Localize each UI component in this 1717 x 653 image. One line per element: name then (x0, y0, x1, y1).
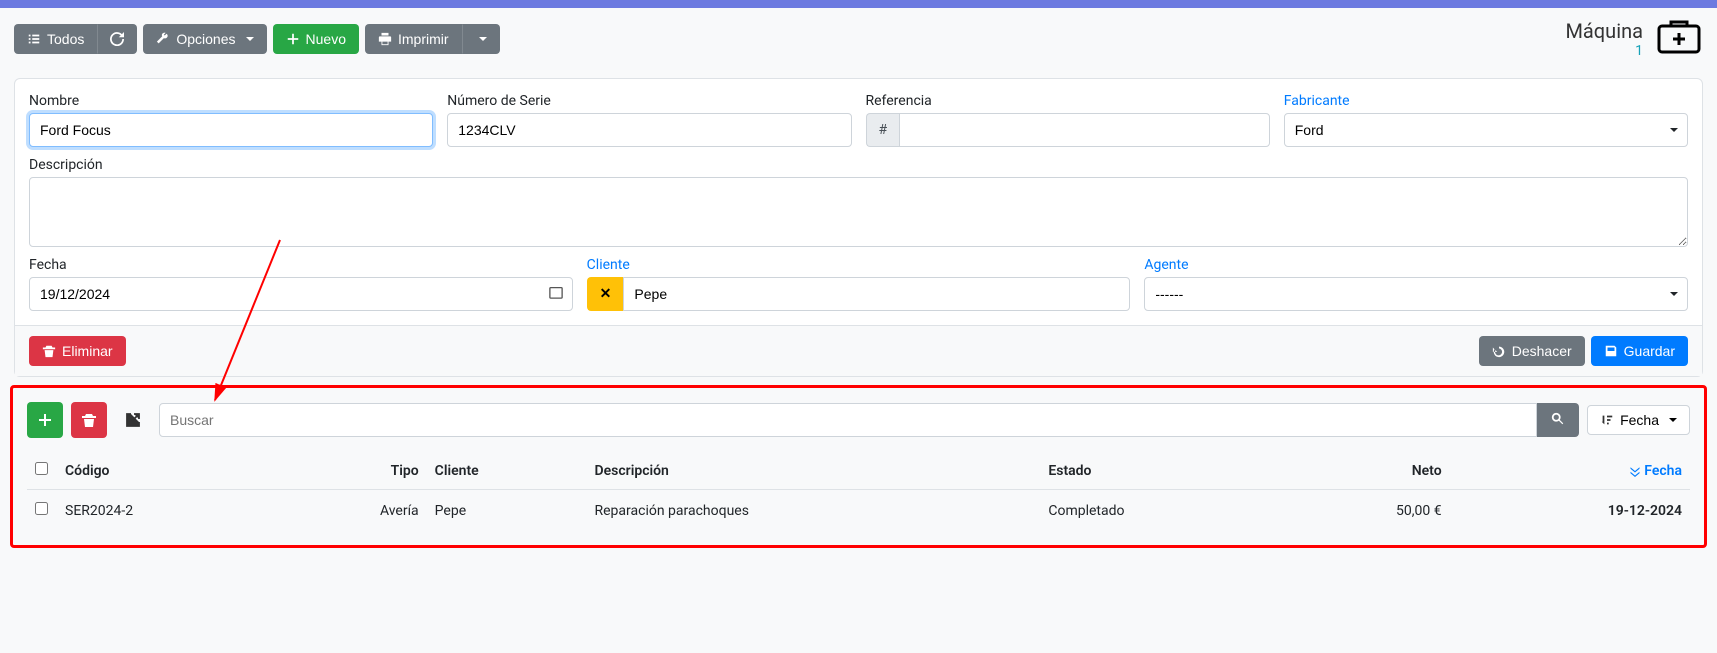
todos-button[interactable]: Todos (14, 24, 97, 54)
undo-icon (1492, 344, 1506, 358)
imprimir-label: Imprimir (398, 31, 449, 47)
open-external-button[interactable] (115, 402, 151, 438)
row-checkbox[interactable] (35, 502, 48, 515)
save-icon (1604, 344, 1618, 358)
eliminar-label: Eliminar (62, 343, 113, 359)
fecha-label: Fecha (29, 257, 573, 273)
plus-icon (286, 32, 300, 46)
list-icon (27, 32, 41, 46)
chevron-down-icon (1669, 418, 1677, 422)
page-id: 1 (1565, 43, 1643, 59)
col-estado[interactable]: Estado (1040, 452, 1285, 490)
col-codigo[interactable]: Código (57, 452, 281, 490)
records-table: Código Tipo Cliente Descripción Estado N… (27, 452, 1690, 531)
fabricante-label[interactable]: Fabricante (1284, 93, 1688, 109)
imprimir-dropdown[interactable] (462, 24, 500, 54)
chevron-down-icon (479, 37, 487, 41)
cliente-input[interactable] (623, 277, 1130, 311)
opciones-label: Opciones (176, 31, 235, 47)
clear-cliente-button[interactable]: ✕ (587, 277, 624, 311)
cell-descripcion: Reparación parachoques (587, 490, 1041, 532)
col-neto[interactable]: Neto (1286, 452, 1450, 490)
col-cliente[interactable]: Cliente (427, 452, 587, 490)
list-section: Fecha Código Tipo Cliente Descripción Es… (10, 385, 1707, 548)
cliente-label[interactable]: Cliente (587, 257, 1131, 273)
trash-icon (81, 412, 97, 428)
guardar-button[interactable]: Guardar (1591, 336, 1688, 366)
search-icon (1551, 412, 1565, 426)
referencia-input[interactable] (899, 113, 1270, 147)
deshacer-label: Deshacer (1512, 343, 1572, 359)
delete-row-button[interactable] (71, 402, 107, 438)
select-all-checkbox[interactable] (35, 462, 48, 475)
todos-label: Todos (47, 31, 84, 47)
fecha-input[interactable] (29, 277, 573, 311)
cell-tipo: Avería (281, 490, 427, 532)
refresh-button[interactable] (97, 24, 137, 54)
add-row-button[interactable] (27, 402, 63, 438)
serie-input[interactable] (447, 113, 851, 147)
table-row[interactable]: SER2024-2 Avería Pepe Reparación paracho… (27, 490, 1690, 532)
sort-icon (1600, 413, 1614, 427)
trash-icon (42, 344, 56, 358)
nuevo-label: Nuevo (306, 31, 346, 47)
search-button[interactable] (1537, 403, 1579, 437)
agente-select[interactable] (1144, 277, 1688, 311)
refresh-icon (110, 32, 124, 46)
chevron-double-down-icon (1629, 465, 1641, 477)
chevron-down-icon (246, 37, 254, 41)
fabricante-select[interactable] (1284, 113, 1688, 147)
external-link-icon (125, 412, 141, 428)
wrench-icon (156, 32, 170, 46)
form-card: Nombre Número de Serie Referencia # Fabr… (14, 78, 1703, 377)
cell-fecha: 19-12-2024 (1450, 490, 1690, 532)
eliminar-button[interactable]: Eliminar (29, 336, 126, 366)
referencia-label: Referencia (866, 93, 1270, 109)
nuevo-button[interactable]: Nuevo (273, 24, 359, 54)
page-title: Máquina (1565, 19, 1643, 43)
deshacer-button[interactable]: Deshacer (1479, 336, 1585, 366)
agente-label[interactable]: Agente (1144, 257, 1688, 273)
opciones-button[interactable]: Opciones (143, 24, 266, 54)
col-tipo[interactable]: Tipo (281, 452, 427, 490)
plus-icon (37, 412, 53, 428)
serie-label: Número de Serie (447, 93, 851, 109)
descripcion-input[interactable] (29, 177, 1688, 247)
nombre-label: Nombre (29, 93, 433, 109)
col-descripcion[interactable]: Descripción (587, 452, 1041, 490)
cell-codigo: SER2024-2 (57, 490, 281, 532)
cell-estado: Completado (1040, 490, 1285, 532)
print-icon (378, 32, 392, 46)
guardar-label: Guardar (1624, 343, 1675, 359)
search-input[interactable] (159, 403, 1537, 437)
nombre-input[interactable] (29, 113, 433, 147)
main-toolbar: Todos Opciones Nuevo Imprimir M (0, 8, 1717, 70)
cell-cliente: Pepe (427, 490, 587, 532)
medkit-icon (1655, 18, 1703, 60)
cell-neto: 50,00 € (1286, 490, 1450, 532)
descripcion-label: Descripción (29, 157, 1688, 173)
imprimir-button[interactable]: Imprimir (365, 24, 462, 54)
hash-icon: # (866, 113, 900, 147)
sort-label: Fecha (1620, 412, 1659, 428)
col-fecha[interactable]: Fecha (1450, 452, 1690, 490)
sort-button[interactable]: Fecha (1587, 405, 1690, 435)
